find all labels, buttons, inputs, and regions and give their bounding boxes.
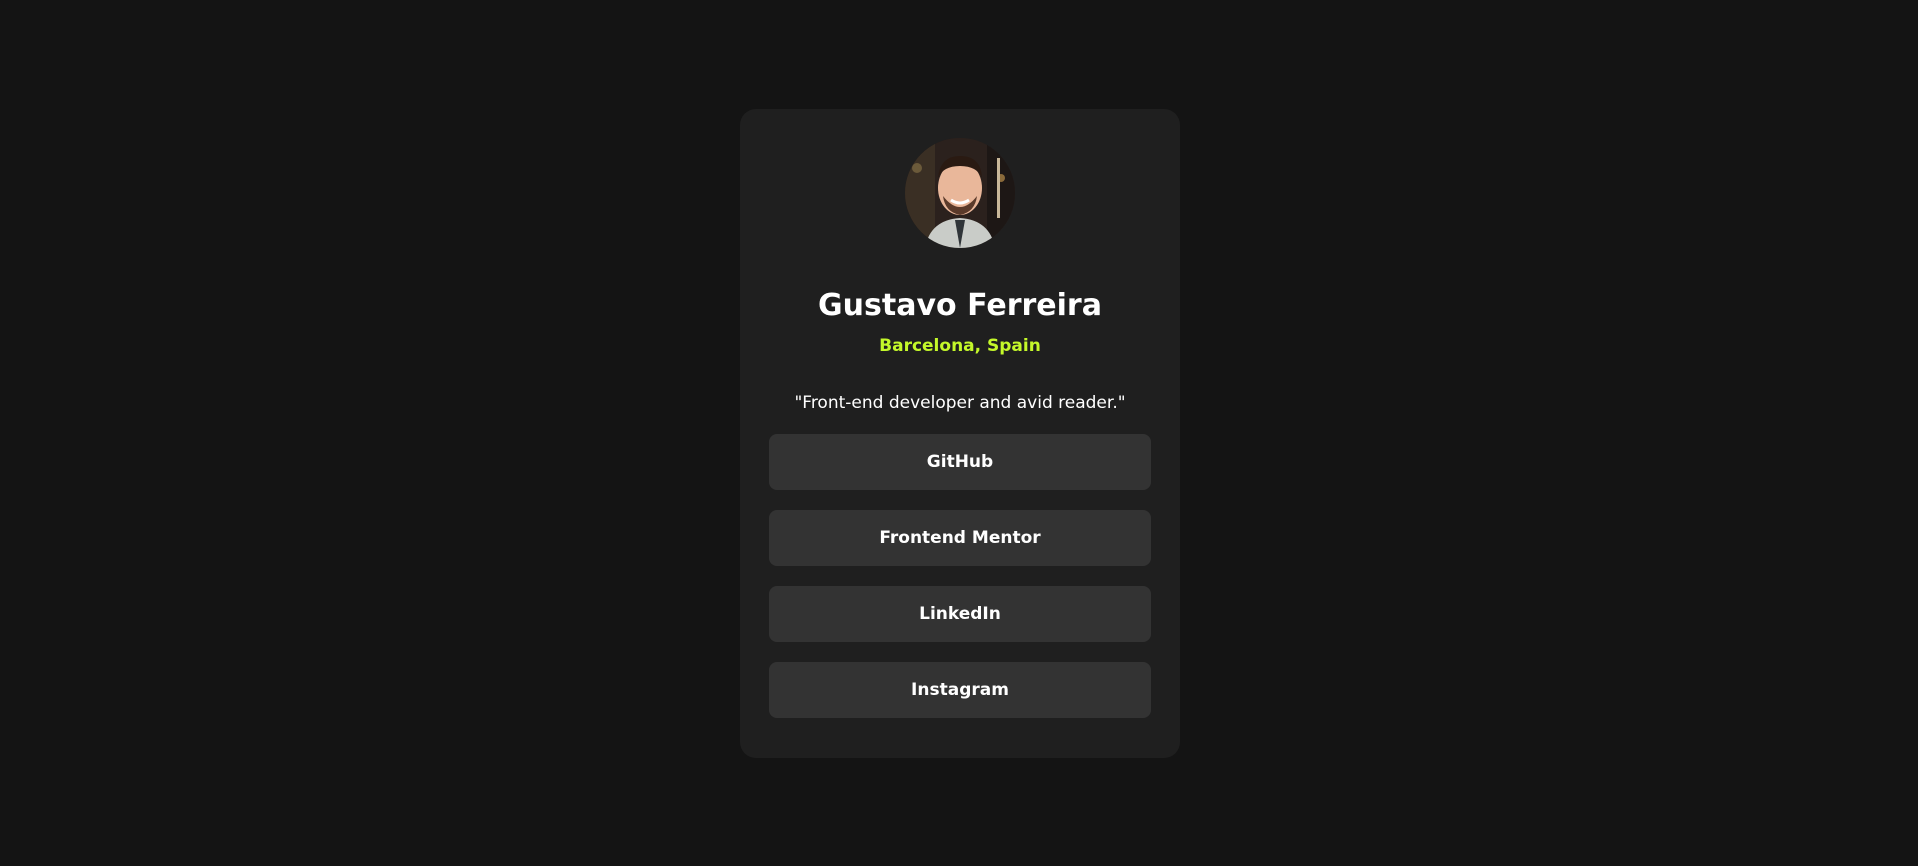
profile-card: Gustavo Ferreira Barcelona, Spain "Front… [740,109,1180,758]
linkedin-link-button[interactable]: LinkedIn [769,586,1151,642]
avatar [905,138,1015,248]
avatar-photo-icon [905,138,1015,248]
profile-location: Barcelona, Spain [879,336,1041,356]
profile-name: Gustavo Ferreira [818,288,1102,323]
github-link-button[interactable]: GitHub [769,434,1151,490]
profile-bio: "Front-end developer and avid reader." [794,393,1126,413]
social-links: GitHub Frontend Mentor LinkedIn Instagra… [769,434,1151,718]
instagram-link-button[interactable]: Instagram [769,662,1151,718]
frontend-mentor-link-button[interactable]: Frontend Mentor [769,510,1151,566]
